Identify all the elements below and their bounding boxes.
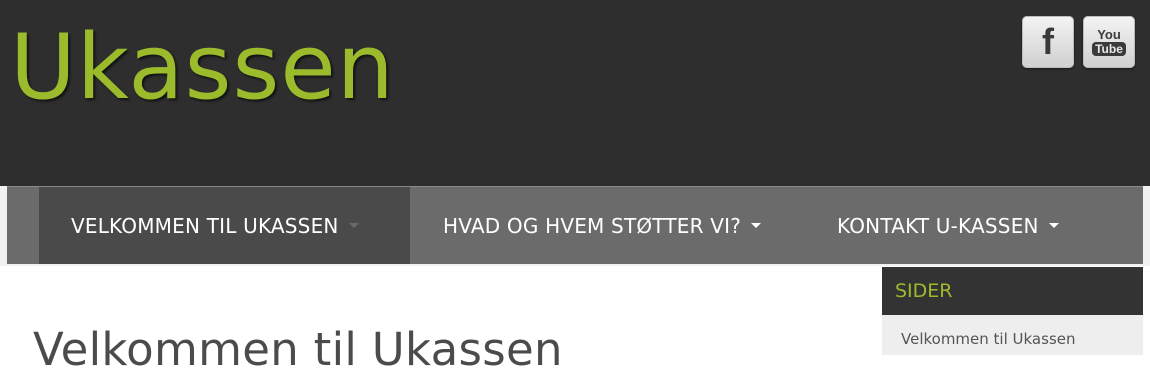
nav-item-velkommen[interactable]: VELKOMMEN TIL UKASSEN [39,187,410,264]
chevron-down-icon [348,223,359,228]
chevron-down-icon [751,223,762,228]
facebook-button[interactable]: f [1022,16,1074,68]
nav-item-kontakt[interactable]: KONTAKT U-KASSEN [837,187,1059,264]
sidebar-link-velkommen[interactable]: Velkommen til Ukassen [901,330,1076,348]
facebook-icon: f [1042,21,1054,62]
widget-body: Velkommen til Ukassen [882,315,1143,355]
nav-item-hvad-og-hvem[interactable]: HVAD OG HVEM STØTTER VI? [443,187,762,264]
widget-title: SIDER [882,267,1143,315]
youtube-icon-text-bottom: Tube [1092,42,1126,56]
youtube-icon: You Tube [1092,28,1126,56]
main-navigation: VELKOMMEN TIL UKASSEN HVAD OG HVEM STØTT… [7,186,1143,264]
nav-item-label: HVAD OG HVEM STØTTER VI? [443,213,742,238]
nav-item-label: VELKOMMEN TIL UKASSEN [71,213,339,238]
sidebar-pages-widget: SIDER Velkommen til Ukassen [882,267,1143,357]
page-title: Velkommen til Ukassen [33,323,563,377]
site-header: Ukassen f You Tube [0,0,1150,186]
nav-item-label: KONTAKT U-KASSEN [837,213,1039,238]
site-title[interactable]: Ukassen [10,18,395,118]
chevron-down-icon [1048,223,1059,228]
youtube-icon-text-top: You [1097,27,1121,42]
youtube-button[interactable]: You Tube [1083,16,1135,68]
